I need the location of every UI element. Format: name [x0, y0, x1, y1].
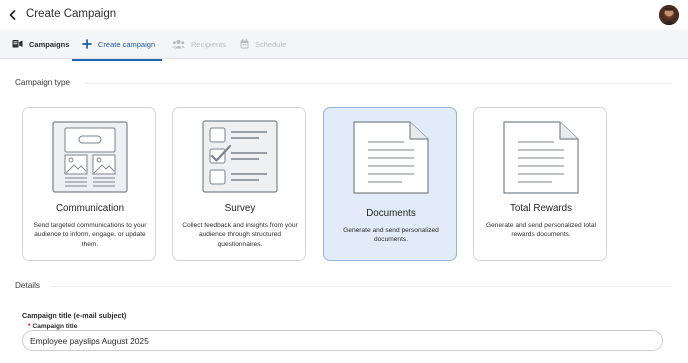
tab-label: Recipients — [191, 39, 227, 49]
campaigns-icon — [12, 39, 23, 49]
campaign-title-heading: Campaign title (e-mail subject) — [22, 311, 127, 320]
active-tab-indicator — [72, 59, 162, 61]
section-divider — [50, 286, 672, 287]
document-icon — [503, 121, 579, 194]
tab-create-campaign[interactable]: Create campaign — [82, 30, 155, 58]
plus-icon — [82, 39, 92, 49]
card-title: Documents — [366, 208, 416, 219]
chevron-left-icon — [9, 10, 16, 20]
section-divider — [84, 83, 672, 84]
campaign-type-card-total-rewards[interactable]: Total Rewards Generate and send personal… — [473, 107, 607, 261]
campaign-title-label: * Campaign title — [28, 323, 77, 330]
section-label-details: Details — [15, 281, 41, 290]
section-label-campaign-type: Campaign type — [15, 78, 71, 87]
campaign-nav-tabs: Campaigns Create campaign Recipients Sch… — [0, 30, 688, 61]
campaign-type-card-communication[interactable]: Communication Send targeted communicatio… — [22, 107, 156, 261]
card-description: Send targeted communications to your aud… — [33, 222, 147, 248]
page-title: Create Campaign — [26, 8, 117, 20]
document-icon — [353, 121, 429, 194]
tab-label: Schedule — [255, 39, 287, 49]
card-title: Survey — [224, 203, 256, 214]
field-label-text: Campaign title — [32, 323, 78, 330]
communication-layout-icon — [52, 121, 128, 193]
card-description: Generate and send personalized documents… — [343, 227, 439, 244]
calendar-icon — [240, 39, 249, 49]
tab-campaigns[interactable]: Campaigns — [12, 30, 69, 58]
users-icon — [172, 39, 185, 49]
back-button[interactable] — [7, 8, 19, 22]
card-title: Total Rewards — [509, 203, 573, 214]
tab-label: Create campaign — [98, 39, 156, 49]
top-bar: Create Campaign — [0, 0, 688, 30]
tab-label: Campaigns — [29, 39, 70, 49]
campaign-title-input[interactable] — [22, 330, 663, 351]
campaign-type-card-survey[interactable]: Survey Collect feedback and insights fro… — [172, 107, 306, 261]
survey-checklist-icon — [202, 120, 278, 193]
card-title: Communication — [55, 203, 125, 214]
user-avatar[interactable] — [659, 5, 679, 25]
campaign-type-card-documents[interactable]: Documents Generate and send personalized… — [323, 107, 457, 261]
card-description: Generate and send personalized total rew… — [486, 222, 596, 239]
tab-schedule[interactable]: Schedule — [240, 30, 286, 58]
card-description: Collect feedback and insights from your … — [182, 222, 298, 248]
required-indicator: * — [28, 323, 31, 330]
tab-recipients[interactable]: Recipients — [172, 30, 226, 58]
